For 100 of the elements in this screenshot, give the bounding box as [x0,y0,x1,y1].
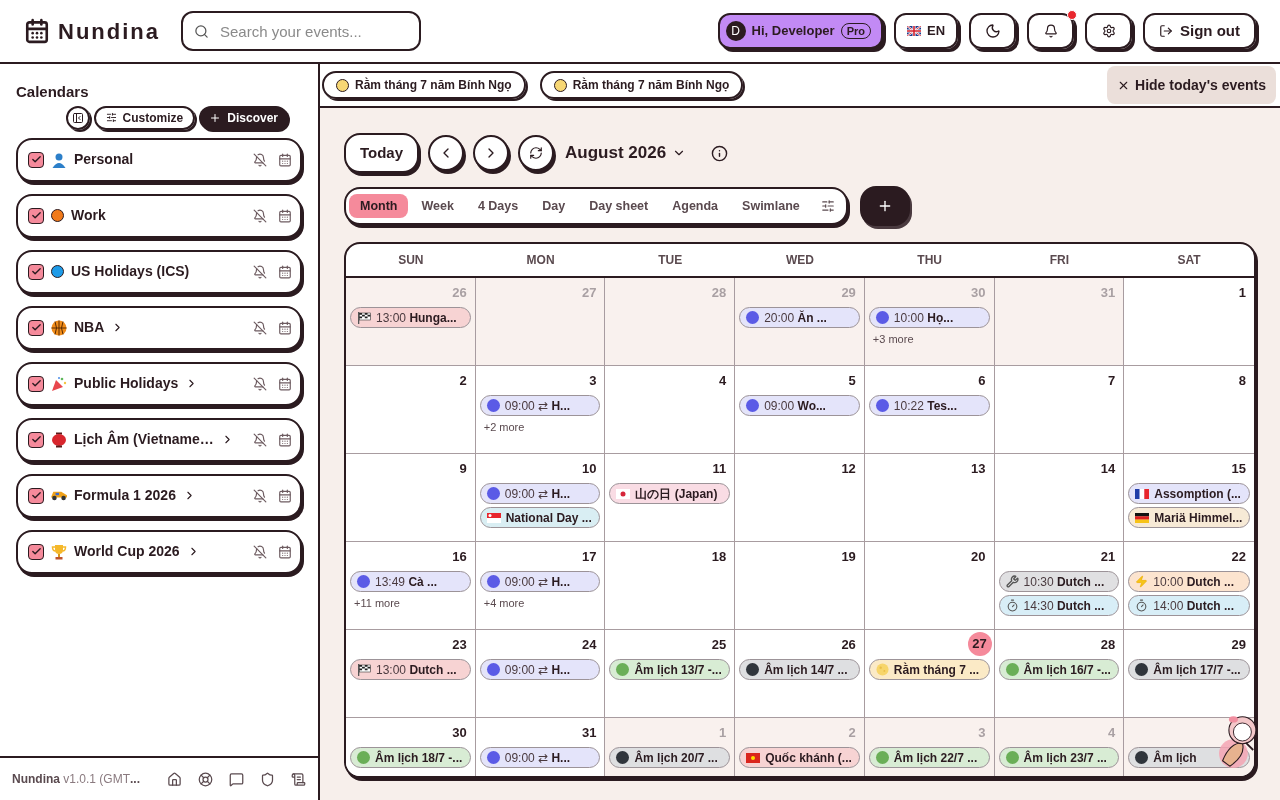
calendar-item[interactable]: Personal [16,137,302,182]
calendar-icon[interactable] [278,432,292,447]
event-pill[interactable]: Âm lịch 17/7 -... [1128,659,1250,680]
collapse-sidebar-button[interactable] [65,105,90,130]
help-icon[interactable] [198,771,213,787]
bell-off-icon[interactable] [253,544,267,559]
view-tab[interactable]: Week [410,194,465,218]
event-pill[interactable]: Âm lịch 18/7 -... [350,747,471,768]
shield-icon[interactable] [260,771,275,787]
event-pill[interactable]: Assomption (... [1128,483,1250,504]
event-pill[interactable]: Âm lịch 13/7 -... [609,659,731,680]
user-menu-button[interactable]: D Hi, Developer Pro [717,13,883,49]
event-pill[interactable]: 13:00 Hunga... [350,307,471,328]
event-pill[interactable]: Rằm tháng 7 ... [868,659,990,680]
more-events-link[interactable]: +2 more [479,419,601,436]
event-pill[interactable]: 10:00 Dutch ... [1128,571,1250,592]
more-events-link[interactable]: +11 more [350,595,471,612]
event-pill[interactable]: 09:00 ⇄ H... [479,747,601,768]
event-pill[interactable]: 13:00 Dutch ... [350,659,471,680]
checkbox[interactable] [28,543,44,560]
event-pill[interactable]: 14:00 Dutch ... [1128,595,1250,616]
event-pill[interactable]: 10:00 Họ... [868,307,990,328]
event-pill[interactable]: Âm lịch 23/7 ... [998,747,1120,768]
refresh-button[interactable] [518,135,555,171]
today-event-chip[interactable]: Rằm tháng 7 năm Bính Ngọ [539,71,744,99]
calendar-icon[interactable] [278,264,292,279]
event-pill[interactable]: Quốc khánh (... [739,747,860,768]
view-tab[interactable]: Agenda [661,194,730,218]
event-pill[interactable]: 14:30 Dutch ... [998,595,1120,616]
checkbox[interactable] [28,151,44,168]
calendar-icon[interactable] [278,208,292,223]
previous-button[interactable] [428,135,465,171]
event-pill[interactable]: 09:00 ⇄ H... [479,483,601,504]
info-icon[interactable] [711,144,729,162]
add-event-button[interactable] [859,186,910,226]
checkbox[interactable] [28,375,44,392]
event-pill[interactable]: Âm lịch 16/7 -... [998,659,1120,680]
day-cell[interactable]: 26 13:00 Hunga... [346,278,476,365]
day-cell[interactable]: 1 Âm lịch 20/7 ... [605,718,736,776]
day-cell[interactable]: 3 Âm lịch 22/7 ... [864,718,995,776]
more-events-link[interactable]: +3 more [868,331,990,348]
feedback-icon[interactable] [229,771,244,787]
view-tab[interactable]: Month [349,194,409,218]
day-cell[interactable]: 2 Quốc khánh (... [735,718,865,776]
event-pill[interactable]: 10:30 Dutch ... [998,571,1120,592]
day-cell[interactable]: 29 20:00 Ăn ... [735,278,865,365]
day-cell[interactable]: 4 Âm lịch 23/7 ... [994,718,1125,776]
calendar-icon[interactable] [278,488,292,503]
discover-button[interactable]: Discover [199,105,288,130]
bell-off-icon[interactable] [253,320,267,335]
checkbox[interactable] [28,319,44,336]
view-tab[interactable]: Swimlane [731,194,811,218]
next-button[interactable] [473,135,510,171]
app-logo[interactable]: Nundina [58,14,160,48]
language-button[interactable]: EN [894,13,958,49]
bell-off-icon[interactable] [253,376,267,391]
more-events-link[interactable]: +4 more [479,595,601,612]
event-pill[interactable]: 09:00 ⇄ H... [479,395,601,416]
event-pill[interactable]: 13:49 Cà ... [350,571,471,592]
today-event-chip[interactable]: Rằm tháng 7 năm Bính Ngọ [322,71,526,99]
calendar-item[interactable]: Work [16,193,302,238]
event-pill[interactable]: 10:22 Tes... [868,395,990,416]
calendar-icon[interactable] [278,320,292,335]
view-options-icon[interactable] [820,199,835,213]
calendar-icon[interactable] [278,544,292,559]
hide-today-events-button[interactable]: Hide today's events [1107,66,1276,104]
day-cell[interactable]: 30 Âm lịch 18/7 -... [346,718,476,776]
settings-button[interactable] [1085,13,1132,49]
today-button[interactable]: Today [344,133,420,173]
bell-off-icon[interactable] [253,152,267,167]
view-tab[interactable]: Day sheet [578,194,660,218]
calendar-item[interactable]: NBA [16,305,302,350]
view-tab[interactable]: Day [531,194,577,218]
month-picker[interactable]: August 2026 [565,140,687,166]
event-pill[interactable]: Âm lịch 20/7 ... [609,747,731,768]
checkbox[interactable] [28,207,44,224]
calendar-item[interactable]: Lịch Âm (Vietname… [16,417,302,462]
event-pill[interactable]: 20:00 Ăn ... [739,307,860,328]
calendar-item[interactable]: US Holidays (ICS) [16,249,302,294]
event-pill[interactable]: 09:00 ⇄ H... [479,659,601,680]
view-tab[interactable]: 4 Days [466,194,530,218]
checkbox[interactable] [28,487,44,504]
bell-off-icon[interactable] [253,432,267,447]
checkbox[interactable] [28,263,44,280]
event-pill[interactable]: 09:00 Wo... [739,395,860,416]
calendar-icon[interactable] [278,376,292,391]
theme-toggle-button[interactable] [969,13,1016,49]
event-pill[interactable]: Mariä Himmel... [1128,507,1250,528]
home-icon[interactable] [167,771,182,787]
scroll-icon[interactable] [291,771,306,787]
event-pill[interactable]: 山の日 (Japan) [609,483,731,504]
bell-off-icon[interactable] [253,208,267,223]
event-pill[interactable]: National Day ... [479,507,601,528]
calendar-icon[interactable] [278,152,292,167]
search-field[interactable]: Search your events... [181,11,421,51]
customize-button[interactable]: Customize [93,105,196,130]
calendar-item[interactable]: Formula 1 2026 [16,473,302,518]
calendar-item[interactable]: World Cup 2026 [16,529,302,574]
checkbox[interactable] [28,431,44,448]
event-pill[interactable]: Âm lịch 14/7 ... [739,659,860,680]
